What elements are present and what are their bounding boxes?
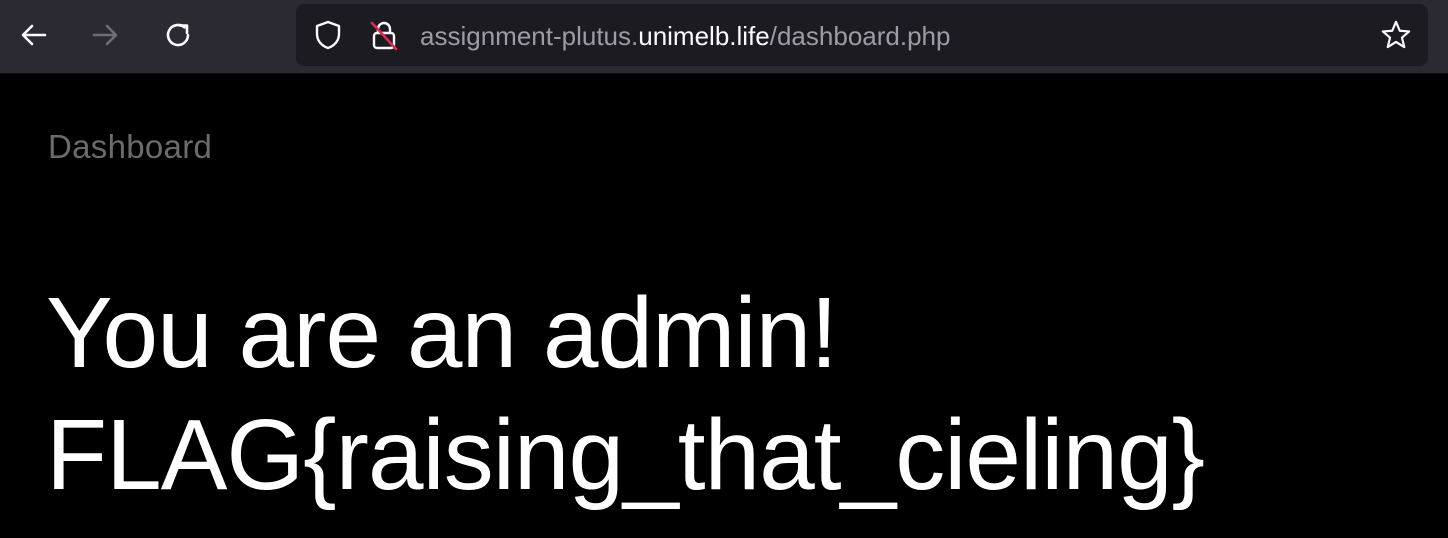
address-bar[interactable]: assignment-plutus.unimelb.life/dashboard… <box>296 4 1428 66</box>
admin-message: You are an admin! FLAG{raising_that_ciel… <box>46 272 1205 516</box>
forward-arrow-icon <box>92 24 118 46</box>
url-host: unimelb.life <box>638 21 770 51</box>
url-prefix: assignment-plutus. <box>420 21 639 51</box>
insecure-lock-icon[interactable] <box>368 19 400 51</box>
admin-message-line: You are an admin! <box>46 277 838 389</box>
page-content: Dashboard You are an admin! FLAG{raising… <box>0 74 1448 538</box>
back-arrow-icon <box>21 24 47 46</box>
reload-button[interactable] <box>156 13 200 57</box>
browser-toolbar: assignment-plutus.unimelb.life/dashboard… <box>0 0 1448 74</box>
forward-button[interactable] <box>83 13 127 57</box>
back-button[interactable] <box>12 13 56 57</box>
page-heading: Dashboard <box>48 128 213 165</box>
star-icon[interactable] <box>1380 19 1412 51</box>
flag-text: FLAG{raising_that_cieling} <box>46 399 1205 511</box>
shield-icon[interactable] <box>312 19 344 51</box>
url-text[interactable]: assignment-plutus.unimelb.life/dashboard… <box>420 21 950 51</box>
url-path: /dashboard.php <box>769 21 951 51</box>
reload-icon <box>166 23 190 47</box>
